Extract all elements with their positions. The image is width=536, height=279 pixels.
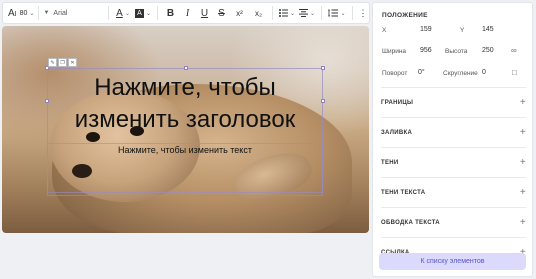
underline-button[interactable]: U [196, 3, 213, 23]
font-family-value: Arial [53, 9, 68, 17]
title-line: Нажмите, чтобы [94, 74, 276, 101]
element-list-button[interactable]: К списку элементов [379, 253, 526, 270]
bold-button[interactable]: B [162, 3, 179, 23]
section-text-outline[interactable]: ОБВОДКА ТЕКСТА + [381, 207, 526, 237]
y-label: Y [460, 27, 465, 34]
superscript-icon: x² [236, 8, 243, 18]
superscript-button[interactable]: x² [230, 3, 249, 23]
plus-icon[interactable]: + [520, 97, 526, 108]
plus-icon[interactable]: + [520, 157, 526, 168]
bullet-list-icon [278, 9, 288, 17]
slide-canvas[interactable]: ✎ ❐ ✕ Нажмите, чтобы изменить заголовок … [2, 26, 369, 233]
x-label: X [382, 27, 387, 34]
section-label: ТЕНИ ТЕКСТА [381, 189, 426, 196]
divider [352, 6, 353, 20]
plus-icon[interactable]: + [520, 127, 526, 138]
corner-radius-icon[interactable]: □ [512, 68, 517, 77]
title-line: изменить заголовок [74, 106, 296, 133]
chevron-down-icon: ⌄ [309, 10, 316, 17]
resize-handle[interactable] [321, 66, 325, 70]
more-vertical-icon: ⋮ [358, 7, 368, 18]
chevron-down-icon: ⌄ [340, 10, 346, 17]
divider [38, 6, 40, 20]
element-mini-toolbar: ✎ ❐ ✕ [48, 58, 77, 67]
highlight-color-icon: A [134, 8, 144, 18]
text-size-icon: AI [8, 7, 17, 19]
text-color-icon: A [116, 7, 123, 19]
underline-icon: U [200, 7, 209, 19]
section-label: ОБВОДКА ТЕКСТА [381, 219, 440, 226]
rounding-input[interactable]: 0 [482, 69, 486, 76]
section-label: ТЕНИ [381, 159, 399, 166]
resize-handle[interactable] [184, 66, 188, 70]
section-label: ГРАНИЦЫ [381, 99, 414, 106]
section-text-shadows[interactable]: ТЕНИ ТЕКСТА + [381, 177, 526, 207]
rotation-input[interactable]: 0° [418, 69, 425, 76]
divider [272, 6, 273, 20]
plus-icon[interactable]: + [520, 187, 526, 198]
x-input[interactable]: 159 [420, 26, 432, 33]
delete-icon[interactable]: ✕ [68, 58, 77, 67]
italic-button[interactable]: I [179, 3, 196, 23]
chevron-down-icon: ⌄ [29, 10, 35, 17]
italic-icon: I [185, 7, 190, 19]
slide-title[interactable]: Нажмите, чтобы изменить заголовок [47, 72, 323, 136]
plus-icon[interactable]: + [520, 217, 526, 228]
section-label: ЗАЛИВКА [381, 129, 413, 136]
width-input[interactable]: 956 [420, 47, 432, 54]
properties-panel: ПОЛОЖЕНИЕ X 159 Y 145 Ширина 956 Высота … [372, 2, 533, 277]
divider [108, 6, 109, 20]
section-borders[interactable]: ГРАНИЦЫ + [381, 87, 526, 117]
text-color-button[interactable]: A ⌄ [113, 3, 133, 23]
y-input[interactable]: 145 [482, 26, 494, 33]
position-header: ПОЛОЖЕНИЕ [382, 12, 428, 19]
height-input[interactable]: 250 [482, 47, 494, 54]
formatting-toolbar: AI 80 ⌄ ▼ Arial A ⌄ A ⌄ B I U S x² x₂ ⌄ … [2, 2, 370, 24]
font-family-dropdown[interactable]: ▼ Arial [43, 3, 67, 23]
line-spacing-button[interactable]: ⌄ [326, 3, 348, 23]
section-shadows[interactable]: ТЕНИ + [381, 147, 526, 177]
bold-icon: B [166, 7, 175, 19]
rounding-label: Скругление [443, 70, 478, 77]
link-proportions-icon[interactable]: ∞ [511, 46, 517, 55]
chevron-down-icon: ⌄ [289, 10, 296, 17]
font-size-value: 80 [19, 9, 28, 17]
align-center-icon [298, 9, 308, 17]
align-button[interactable]: ⌄ [297, 3, 317, 23]
chevron-down-icon: ⌄ [145, 10, 152, 17]
more-options-button[interactable]: ⋮ [357, 3, 369, 23]
subscript-button[interactable]: x₂ [249, 3, 268, 23]
height-label: Высота [445, 48, 468, 55]
strikethrough-button[interactable]: S [213, 3, 230, 23]
copy-icon[interactable]: ❐ [58, 58, 67, 67]
slide-subtitle[interactable]: Нажмите, чтобы изменить текст [47, 145, 323, 155]
list-button[interactable]: ⌄ [277, 3, 297, 23]
line-spacing-icon [328, 9, 339, 17]
divider [321, 6, 322, 20]
width-label: Ширина [382, 48, 407, 55]
section-fill[interactable]: ЗАЛИВКА + [381, 117, 526, 147]
font-size-dropdown[interactable]: AI 80 ⌄ [8, 3, 34, 23]
dropdown-arrow-icon: ▼ [43, 10, 50, 16]
subscript-icon: x₂ [254, 8, 263, 18]
chevron-down-icon: ⌄ [124, 10, 130, 17]
divider [157, 6, 158, 20]
highlight-color-button[interactable]: A ⌄ [133, 3, 153, 23]
strikethrough-icon: S [218, 7, 225, 19]
rotation-label: Поворот [382, 70, 408, 77]
edit-icon[interactable]: ✎ [48, 58, 57, 67]
